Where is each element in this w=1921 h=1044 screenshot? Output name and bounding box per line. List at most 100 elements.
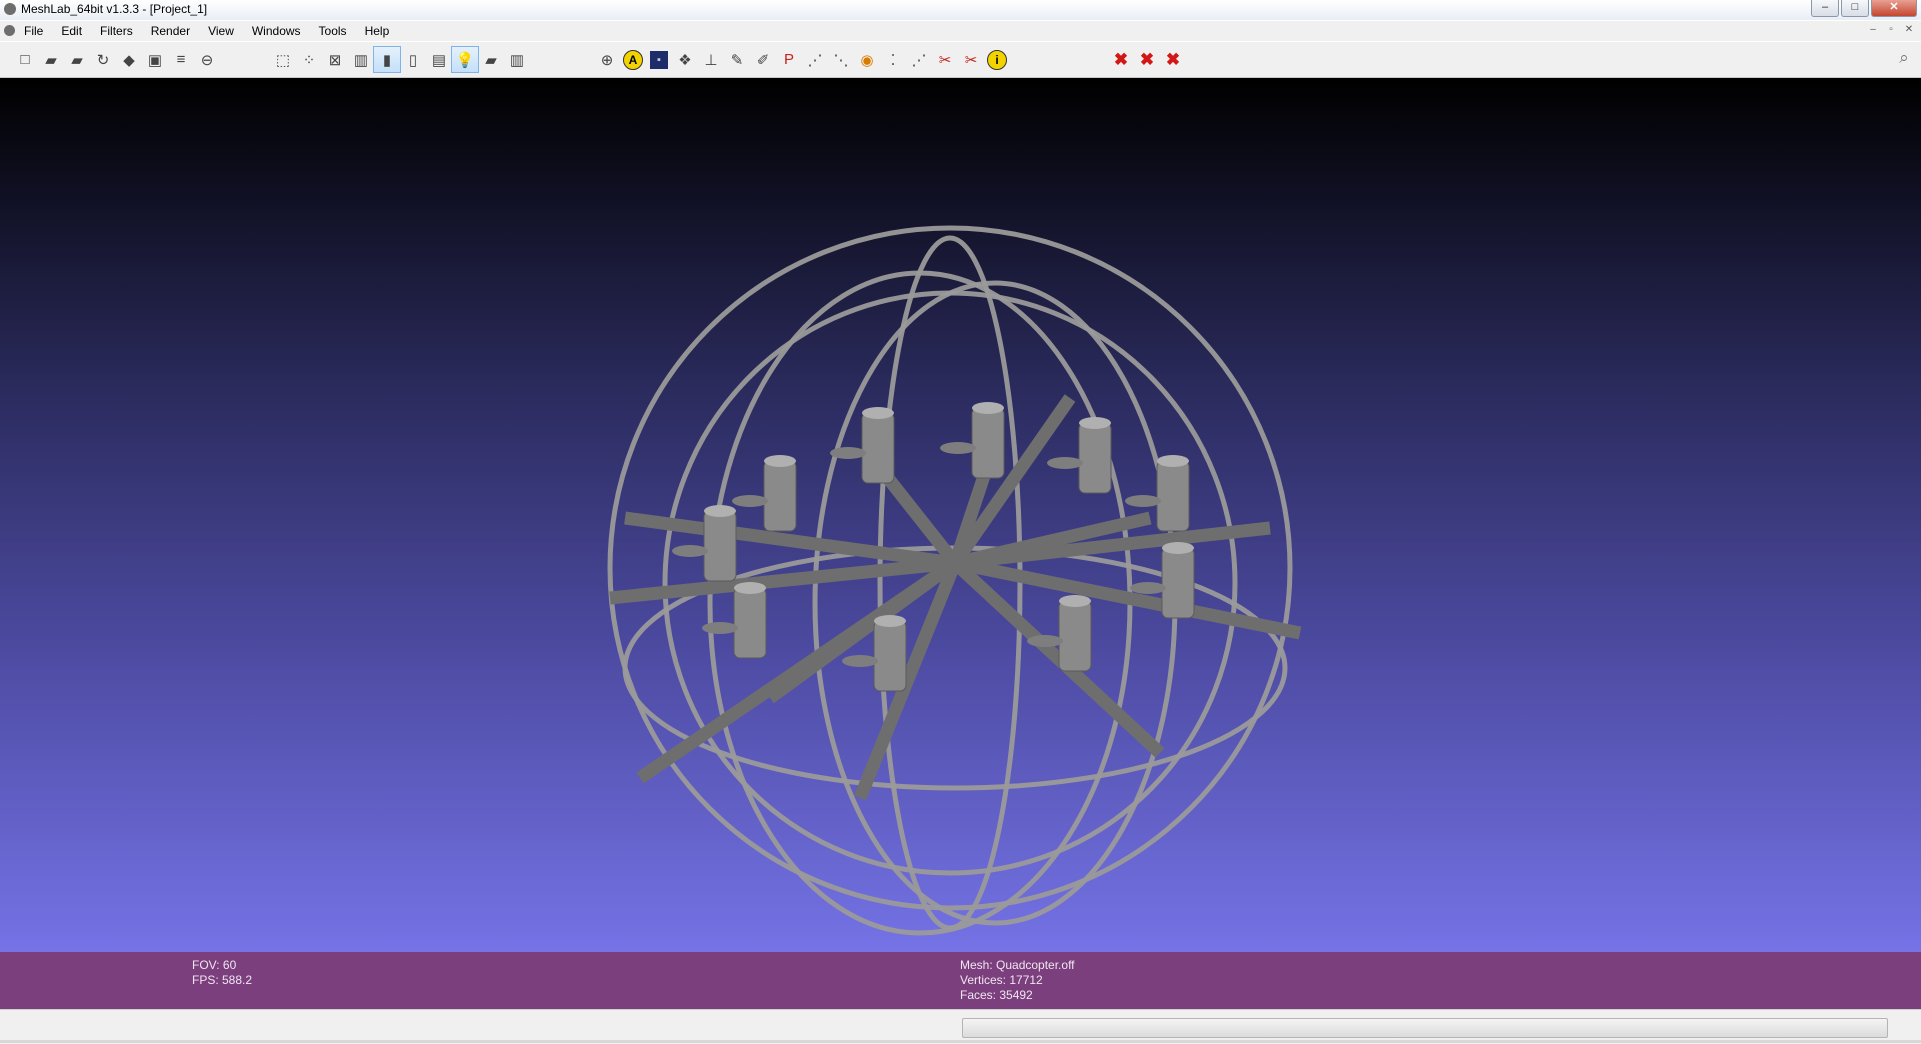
fancy-icon: ▥ bbox=[509, 51, 525, 69]
bounding-box-icon: ⬚ bbox=[275, 51, 291, 69]
info-overlay: FOV: 60 FPS: 588.2 Mesh: Quadcopter.off … bbox=[0, 952, 1921, 1009]
menu-tools[interactable]: Tools bbox=[319, 24, 347, 38]
align-icon: ⊥ bbox=[704, 51, 718, 69]
light-icon: 💡 bbox=[455, 51, 475, 69]
delete-vertex-button[interactable]: ✂ bbox=[932, 47, 958, 72]
flat-icon: ▮ bbox=[382, 51, 392, 69]
delete-faces-button[interactable]: ✖ bbox=[1108, 47, 1134, 72]
texture-button[interactable]: ▤ bbox=[426, 47, 452, 72]
fov-text: FOV: 60 bbox=[192, 958, 237, 972]
fps-text: FPS: 588.2 bbox=[192, 973, 253, 987]
motor-top bbox=[862, 407, 894, 419]
select-face-button[interactable]: ⋱ bbox=[828, 47, 854, 72]
maximize-button[interactable]: □ bbox=[1841, 0, 1869, 17]
measure-button[interactable]: ▪ bbox=[646, 47, 672, 72]
motor-top bbox=[874, 615, 906, 627]
z-paint-button[interactable]: ◉ bbox=[854, 47, 880, 72]
annotate-button[interactable]: A bbox=[620, 47, 646, 72]
title-bar: MeshLab_64bit v1.3.3 - [Project_1] – □ ✕ bbox=[0, 0, 1921, 20]
minimize-button[interactable]: – bbox=[1811, 0, 1839, 17]
menu-edit[interactable]: Edit bbox=[61, 24, 82, 38]
open-project-button[interactable]: ▰ bbox=[38, 47, 64, 72]
layers-button[interactable]: ≡ bbox=[168, 47, 194, 72]
pick-points-button[interactable]: P bbox=[776, 47, 802, 72]
3d-viewport[interactable] bbox=[0, 78, 1921, 952]
info-button[interactable]: i bbox=[984, 47, 1010, 72]
motor-top bbox=[1157, 455, 1189, 467]
paint-button[interactable]: ✎ bbox=[724, 47, 750, 72]
document-icon[interactable] bbox=[4, 25, 15, 36]
render-toolbar: ⬚ ⁘ ⊠ ▥ ▮ ▯ ▤ 💡 ▰ ▥ bbox=[270, 46, 530, 73]
delete-vertices-button[interactable]: ✖ bbox=[1134, 47, 1160, 72]
smooth-button[interactable]: ▯ bbox=[400, 47, 426, 72]
align-button[interactable]: ⊥ bbox=[698, 47, 724, 72]
mdi-minimize-button[interactable]: – bbox=[1865, 23, 1881, 38]
menu-filters[interactable]: Filters bbox=[100, 24, 133, 38]
mesh-render[interactable] bbox=[0, 78, 1921, 952]
menu-render[interactable]: Render bbox=[151, 24, 190, 38]
menu-bar: File Edit Filters Render View Windows Tools Hel… bbox=[0, 21, 1921, 41]
export-mesh-button[interactable]: ◆ bbox=[116, 47, 142, 72]
info-icon: i bbox=[987, 49, 1007, 70]
import-mesh-button[interactable]: ▰ bbox=[64, 47, 90, 72]
points-button[interactable]: ⁘ bbox=[296, 47, 322, 72]
manipulator-button[interactable]: ⊕ bbox=[594, 47, 620, 72]
delete-toolbar: ✖ ✖ ✖ bbox=[1108, 47, 1186, 72]
light-button[interactable]: 💡 bbox=[451, 46, 479, 73]
close-button[interactable]: ✕ bbox=[1871, 0, 1917, 17]
motor-top bbox=[1162, 542, 1194, 554]
motor-cylinder bbox=[733, 587, 767, 659]
mdi-close-button[interactable]: ✕ bbox=[1901, 23, 1917, 38]
texture-param-button[interactable]: ❖ bbox=[672, 47, 698, 72]
app-icon bbox=[4, 3, 16, 15]
delete-face-button[interactable]: ✂ bbox=[958, 47, 984, 72]
mdi-restore-button[interactable]: ▫ bbox=[1883, 23, 1899, 38]
new-project-button[interactable]: □ bbox=[12, 47, 38, 72]
menu-view[interactable]: View bbox=[208, 24, 234, 38]
edit-toolbar: ⊕ A ▪ ❖ ⊥ ✎ ✐ P ⋰ ⋱ ◉ ⁚ ⋰ ✂ ✂ i bbox=[594, 47, 1010, 72]
layers-icon: ≡ bbox=[176, 51, 186, 68]
z-paint-icon: ◉ bbox=[860, 51, 874, 69]
snapshot-button[interactable]: ▣ bbox=[142, 47, 168, 72]
delete-all-icon: ✖ bbox=[1165, 49, 1181, 69]
select-conn-button[interactable]: ⋰ bbox=[906, 47, 932, 72]
bounding-box-button[interactable]: ⬚ bbox=[270, 47, 296, 72]
search-icon[interactable]: ⌕ bbox=[1893, 48, 1915, 70]
measure-icon: ▪ bbox=[650, 50, 668, 69]
motor-top bbox=[1059, 595, 1091, 607]
paint-icon: ✎ bbox=[730, 51, 744, 69]
select-vertex-button[interactable]: ⋰ bbox=[802, 47, 828, 72]
menu-file[interactable]: File bbox=[24, 24, 43, 38]
delete-faces-icon: ✖ bbox=[1113, 49, 1129, 69]
mesh-info: Mesh: Quadcopter.off Vertices: 17712 Fac… bbox=[960, 958, 1075, 1003]
brush-icon: ✐ bbox=[756, 51, 770, 69]
progress-bar bbox=[962, 1018, 1888, 1038]
snapshot-icon: ▣ bbox=[147, 51, 163, 69]
double-side-button[interactable]: ▰ bbox=[478, 47, 504, 72]
window-title: MeshLab_64bit v1.3.3 - [Project_1] bbox=[21, 2, 208, 16]
motor-cylinder bbox=[861, 412, 895, 484]
print-button[interactable]: ⊖ bbox=[194, 47, 220, 72]
reference-icon: ⁚ bbox=[890, 51, 896, 69]
wireframe-button[interactable]: ⊠ bbox=[322, 47, 348, 72]
delete-face-icon: ✂ bbox=[964, 51, 978, 69]
flat-lines-icon: ▥ bbox=[353, 51, 369, 69]
menu-windows[interactable]: Windows bbox=[252, 24, 301, 38]
delete-all-button[interactable]: ✖ bbox=[1160, 47, 1186, 72]
texture-icon: ▤ bbox=[431, 51, 447, 69]
select-conn-icon: ⋰ bbox=[911, 51, 927, 69]
menu-help[interactable]: Help bbox=[365, 24, 390, 38]
select-vertex-icon: ⋰ bbox=[807, 51, 823, 69]
vertices-text: Vertices: 17712 bbox=[960, 973, 1043, 987]
print-icon: ⊖ bbox=[200, 51, 214, 69]
reload-button[interactable]: ↻ bbox=[90, 47, 116, 72]
flat-button[interactable]: ▮ bbox=[373, 46, 401, 73]
brush-button[interactable]: ✐ bbox=[750, 47, 776, 72]
import-mesh-icon: ▰ bbox=[71, 51, 83, 69]
motor-top bbox=[734, 582, 766, 594]
propeller-blade bbox=[940, 442, 976, 454]
reference-button[interactable]: ⁚ bbox=[880, 47, 906, 72]
propeller-blade bbox=[1125, 495, 1161, 507]
flat-lines-button[interactable]: ▥ bbox=[348, 47, 374, 72]
fancy-button[interactable]: ▥ bbox=[504, 47, 530, 72]
